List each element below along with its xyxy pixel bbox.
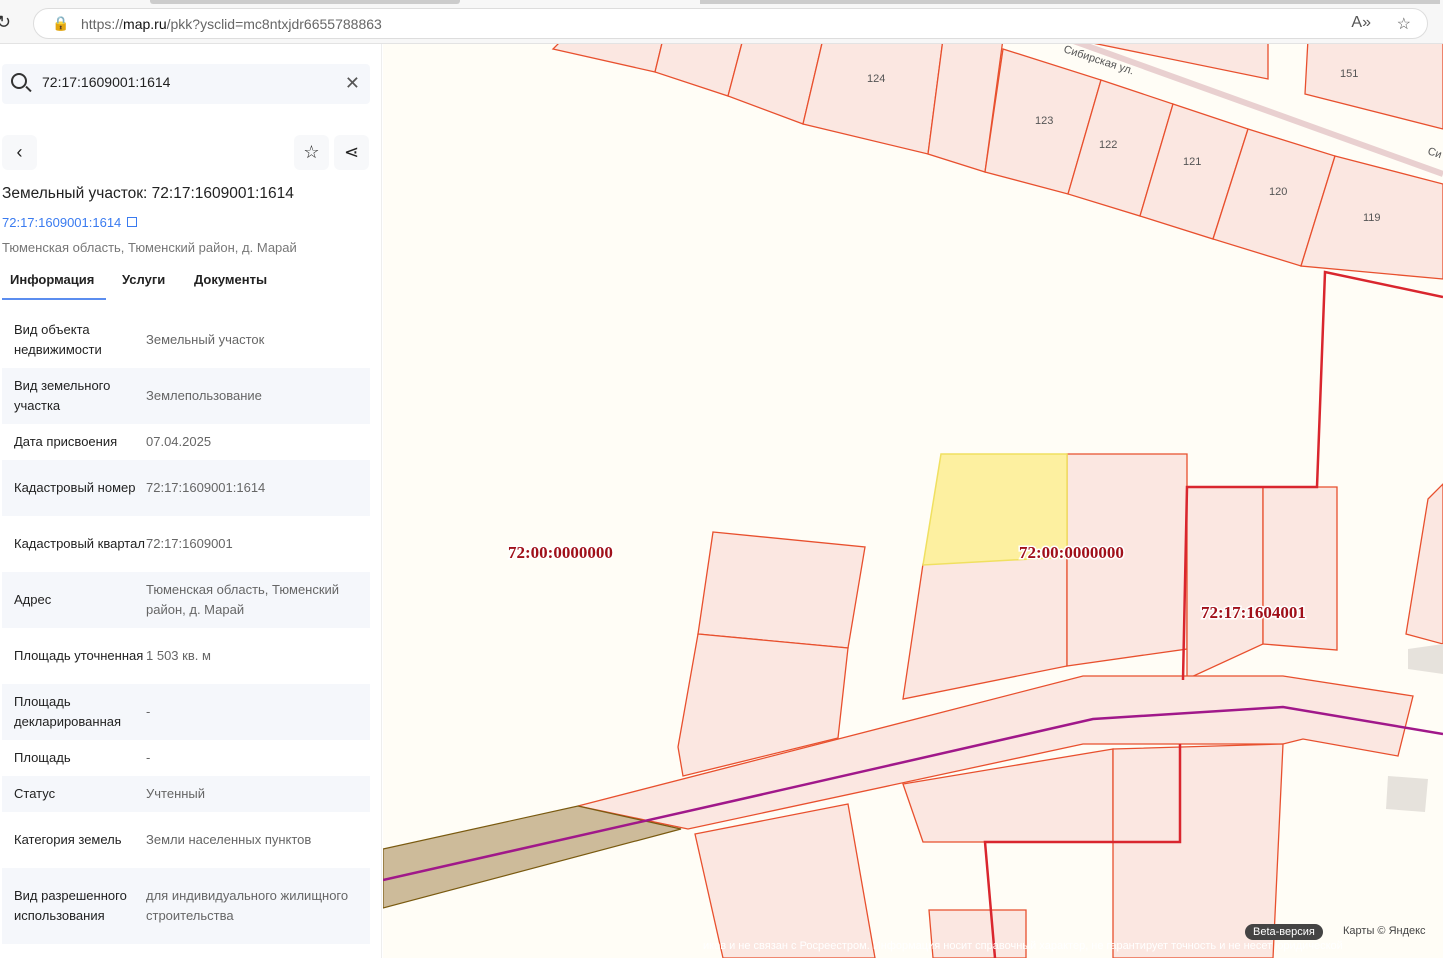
- info-key: Вид объекта недвижимости: [14, 322, 102, 357]
- info-key: Дата присвоения: [14, 434, 118, 449]
- info-key: Статус: [14, 786, 56, 801]
- info-row: Вид разрешенного использования для индиви…: [2, 868, 370, 944]
- info-key: Кадастровый номер: [14, 480, 136, 495]
- info-row: Кадастровый номер 72:17:1609001:1614: [2, 460, 370, 516]
- parcel-number: 119: [1363, 212, 1381, 224]
- share-button[interactable]: ⋖: [334, 135, 369, 170]
- info-value: 1 503 кв. м: [146, 648, 211, 663]
- parcel: [1304, 44, 1443, 130]
- info-value: 72:17:1609001: [146, 536, 233, 551]
- back-button[interactable]: ‹: [2, 135, 37, 170]
- address-bar[interactable]: 🔒 https://map.ru/pkk?ysclid=mc8ntxjdr665…: [33, 8, 1428, 39]
- info-key: Кадастровый квартал: [14, 536, 145, 551]
- info-row: Дата присвоения 07.04.2025: [2, 424, 370, 460]
- star-icon: ☆: [303, 142, 320, 162]
- info-row: Статус Учтенный: [2, 776, 370, 812]
- parcel-number: 121: [1183, 156, 1201, 168]
- copy-icon[interactable]: [127, 217, 138, 227]
- info-value: -: [146, 750, 151, 765]
- info-value: 07.04.2025: [146, 434, 212, 449]
- url-text: https://map.ru/pkk?ysclid=mc8ntxjdr66557…: [81, 16, 382, 32]
- info-row: Вид земельного участка Землепользование: [2, 368, 370, 424]
- beta-badge[interactable]: Beta-версия: [1245, 924, 1323, 940]
- building: [1408, 644, 1443, 674]
- parcel: [551, 44, 663, 73]
- info-table: Вид объекта недвижимости Земельный участо…: [2, 312, 370, 944]
- quarter-label: 72:17:1604001: [1201, 603, 1306, 622]
- quarter-label: 72:00:0000000: [508, 543, 613, 562]
- quarter-label: 72:00:0000000: [1019, 543, 1124, 562]
- info-row: Категория земель Земли населенных пунктов: [2, 812, 370, 868]
- sidebar: ✕ ‹ ☆ ⋖ Земельный участок: 72:17:1609001…: [0, 44, 382, 958]
- parcel: [1262, 486, 1338, 651]
- info-value: для индивидуального жилищного строительс…: [146, 888, 349, 923]
- search-icon: [11, 73, 27, 89]
- disclaimer: иков и не связан с Росреестром. Информац…: [703, 940, 1343, 952]
- info-row: Кадастровый квартал 72:17:1609001: [2, 516, 370, 572]
- info-row: Площадь -: [2, 740, 370, 776]
- browser-toolbar: ↻ 🔒 https://map.ru/pkk?ysclid=mc8ntxjdr6…: [0, 0, 1443, 44]
- street-label: Си: [1426, 145, 1443, 161]
- info-value: 72:17:1609001:1614: [146, 480, 266, 495]
- favorite-button[interactable]: ☆: [294, 135, 329, 170]
- search-box: ✕: [2, 64, 370, 104]
- parcel-number: 122: [1099, 139, 1117, 151]
- zone-strip: [383, 805, 682, 909]
- info-key: Площадь: [14, 750, 71, 765]
- map[interactable]: 72:00:0000000 72:00:0000000 72:17:160400…: [383, 44, 1443, 958]
- tab-documents[interactable]: Документы: [186, 270, 275, 300]
- tab-strip: [150, 0, 460, 4]
- object-address: Тюменская область, Тюменский район, д. М…: [2, 240, 297, 255]
- parcel: [694, 803, 876, 958]
- info-value: Земельный участок: [146, 332, 265, 347]
- lock-icon: 🔒: [52, 15, 70, 31]
- parcel: [1186, 486, 1264, 681]
- info-value: Землепользование: [146, 388, 262, 403]
- parcel-number: 151: [1340, 68, 1358, 80]
- clear-search-icon[interactable]: ✕: [345, 73, 360, 94]
- parcel: [902, 548, 1068, 700]
- parcel-number: 124: [867, 73, 885, 85]
- chevron-left-icon: ‹: [16, 142, 23, 162]
- info-key: Вид разрешенного использования: [14, 888, 127, 923]
- info-key: Площадь уточненная: [14, 648, 144, 663]
- parcel-number: 123: [1035, 115, 1053, 127]
- share-icon: ⋖: [343, 142, 360, 162]
- info-key: Вид земельного участка: [14, 378, 111, 413]
- info-value: Учтенный: [146, 786, 206, 801]
- info-key: Категория земель: [14, 832, 122, 847]
- map-copyright[interactable]: Карты © Яндекс: [1343, 925, 1426, 937]
- parcel: [802, 44, 944, 155]
- building: [1386, 776, 1428, 812]
- reload-icon[interactable]: ↻: [0, 12, 11, 33]
- info-value: -: [146, 704, 151, 719]
- info-key: Адрес: [14, 592, 52, 607]
- favorite-star-icon[interactable]: ☆: [1397, 14, 1411, 34]
- info-row: Площадь уточненная 1 503 кв. м: [2, 628, 370, 684]
- info-row: Адрес Тюменская область, Тюменский район,…: [2, 572, 370, 628]
- tab-services[interactable]: Услуги: [114, 270, 186, 300]
- info-row: Площадь декларированная -: [2, 684, 370, 740]
- object-title: Земельный участок: 72:17:1609001:1614: [2, 185, 294, 202]
- parcel: [697, 531, 866, 649]
- search-input[interactable]: [42, 74, 332, 90]
- info-key: Площадь декларированная: [14, 694, 122, 729]
- cadastral-link[interactable]: 72:17:1609001:1614: [2, 215, 138, 230]
- map-canvas[interactable]: 72:00:0000000 72:00:0000000 72:17:160400…: [383, 44, 1443, 958]
- info-value: Тюменская область, Тюменский район, д. М…: [146, 582, 340, 617]
- read-aloud-icon[interactable]: A»: [1351, 14, 1371, 32]
- parcel: [1405, 483, 1443, 645]
- info-row: Вид объекта недвижимости Земельный участо…: [2, 312, 370, 368]
- tab-strip: [700, 0, 1440, 4]
- tab-info[interactable]: Информация: [2, 270, 106, 300]
- info-value: Земли населенных пунктов: [146, 832, 312, 847]
- tabs: Информация Услуги Документы: [2, 270, 275, 300]
- parcel-number: 120: [1269, 186, 1287, 198]
